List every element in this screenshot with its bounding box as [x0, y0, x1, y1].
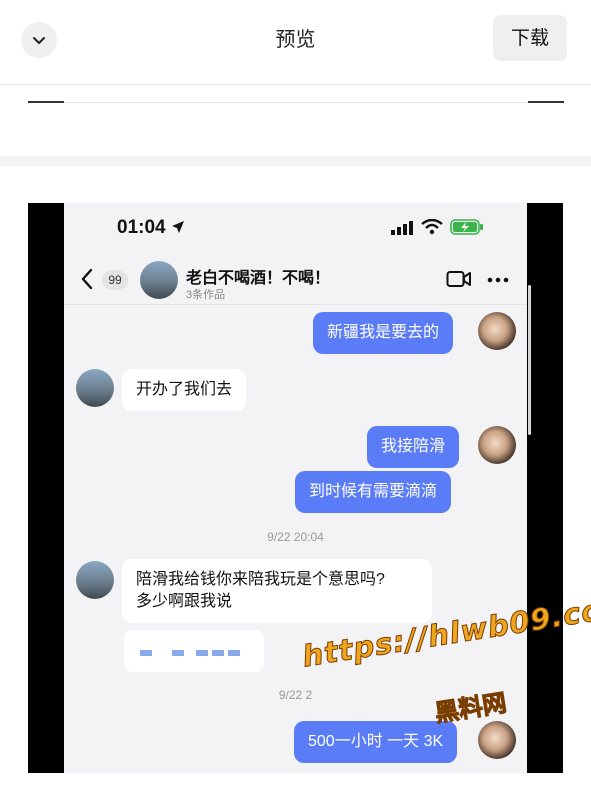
rule-right [528, 101, 564, 103]
scrollbar-thumb[interactable] [528, 285, 531, 435]
battery-charging-icon [450, 219, 483, 235]
more-dots-icon[interactable] [487, 277, 509, 283]
message-timestamp: 9/22 20:04 [267, 530, 324, 544]
unread-badge: 99 [102, 270, 128, 290]
preview-top-bar: 预览 下载 [0, 0, 591, 84]
my-avatar[interactable] [478, 426, 516, 464]
contact-subtitle: 3条作品 [186, 289, 226, 301]
section-separator [0, 156, 591, 166]
status-time: 01:04 [117, 217, 166, 238]
message-outgoing[interactable]: 到时候有需要滴滴 [295, 471, 452, 513]
message-incoming[interactable]: 陪滑我给钱你来陪我玩是个意思吗? 多少啊跟我说 [122, 559, 432, 623]
blurred-message [124, 630, 264, 672]
bottom-area [0, 773, 591, 801]
rule-left [28, 101, 64, 103]
message-outgoing[interactable]: 新疆我是要去的 [313, 312, 454, 354]
message-line: 陪滑我给钱你来陪我玩是个意思吗? [136, 571, 385, 588]
my-avatar[interactable] [478, 721, 516, 759]
video-camera-icon[interactable] [446, 270, 472, 288]
message-incoming[interactable]: 开办了我们去 [122, 369, 247, 411]
contact-message-avatar[interactable] [76, 561, 114, 599]
message-outgoing[interactable]: 我接陪滑 [367, 426, 460, 468]
contact-name[interactable]: 老白不喝酒！不喝！ [186, 264, 330, 288]
message-outgoing[interactable]: 500一小时 一天 3K [294, 721, 458, 763]
my-avatar[interactable] [478, 312, 516, 350]
download-button[interactable]: 下载 [493, 15, 567, 61]
wifi-icon [421, 219, 443, 235]
chevron-left-icon[interactable] [80, 268, 94, 290]
contact-message-avatar[interactable] [76, 369, 114, 407]
message-line: 多少啊跟我说 [136, 593, 233, 610]
rule-middle [64, 102, 528, 103]
signal-icon [391, 221, 413, 235]
top-divider [0, 84, 591, 85]
contact-avatar[interactable] [140, 261, 178, 299]
chat-header: 99 老白不喝酒！不喝！ 3条作品 [64, 253, 527, 305]
location-arrow-icon [172, 221, 184, 233]
status-bar: 01:04 [64, 203, 527, 253]
phone-screenshot: 01:04 99 老白不喝酒！不喝！ 3条作品 新疆我是要去的 开办了我们去 我… [64, 203, 527, 773]
